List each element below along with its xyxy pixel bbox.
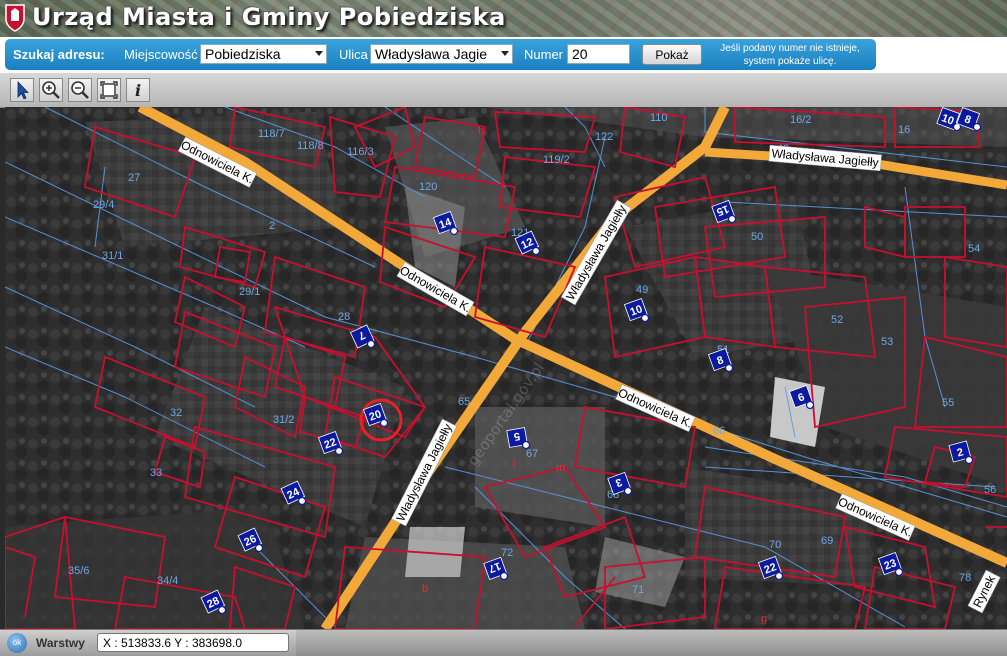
parcel-label: 34/4 — [157, 575, 178, 587]
svg-text:i: i — [135, 81, 141, 100]
address-point — [334, 446, 344, 456]
parcel-label: 71 — [632, 584, 644, 596]
town-select-value: Pobiedziska — [205, 46, 281, 62]
address-point — [623, 486, 633, 496]
parcel-label: 33 — [150, 467, 162, 479]
parcel-label: 31/2 — [273, 414, 294, 426]
search-bar-container: Szukaj adresu: Miejscowość Pobiedziska U… — [0, 37, 1007, 73]
parcel-label: 53 — [881, 336, 893, 348]
street-select-value: Władysława Jagie — [375, 46, 488, 62]
parcel-label: 29/4 — [93, 199, 114, 211]
map-canvas[interactable]: 118/7 118/8 116/3 122 119/2 110 16/2 16 … — [5, 107, 1007, 629]
coat-of-arms-icon — [5, 4, 25, 32]
chevron-down-icon — [501, 51, 509, 56]
zoom-in-icon — [42, 81, 60, 99]
parcel-label: 122 — [595, 131, 613, 143]
street-select[interactable]: Władysława Jagie — [370, 44, 513, 64]
address-point — [724, 363, 734, 373]
zoom-out-icon — [71, 81, 89, 99]
parcel-label: 118/8 — [297, 140, 324, 152]
town-select[interactable]: Pobiedziska — [200, 44, 327, 64]
map-toolbar: i — [0, 73, 1007, 108]
search-hint: Jeśli podany numer nie istnieje, system … — [709, 42, 871, 68]
pointer-icon — [17, 81, 29, 100]
town-label: Miejscowość — [124, 47, 198, 62]
parcel-label: 29/1 — [239, 286, 260, 298]
map-view[interactable]: 118/7 118/8 116/3 122 119/2 110 16/2 16 … — [5, 107, 1007, 629]
show-button[interactable]: Pokaż — [642, 44, 702, 65]
parcel-label: 35/6 — [68, 565, 89, 577]
address-point — [366, 339, 376, 349]
address-point — [894, 567, 904, 577]
street-label: Ulica — [339, 47, 368, 62]
layers-button[interactable]: ok — [7, 633, 27, 653]
parcel-label: 52 — [831, 314, 843, 326]
parcel-label: 27 — [128, 172, 140, 184]
parcel-label: 16/2 — [790, 114, 811, 126]
parcel-label: 50 — [751, 231, 763, 243]
parcel-label: 69 — [821, 535, 833, 547]
address-point — [531, 246, 541, 256]
address-point — [297, 496, 307, 506]
address-point — [521, 440, 531, 450]
address-point — [217, 605, 227, 615]
number-input[interactable]: 20 — [567, 44, 630, 64]
area-letter: b — [422, 583, 428, 595]
full-extent-button[interactable] — [97, 78, 121, 102]
status-pane — [296, 630, 1007, 656]
search-hint-line1: Jeśli podany numer nie istnieje, — [720, 43, 860, 54]
parcel-label: 78 — [959, 572, 971, 584]
parcel-label: 118/7 — [258, 128, 285, 140]
app-header: Urząd Miasta i Gminy Pobiedziska — [0, 0, 1007, 37]
parcel-label: 31/1 — [102, 250, 123, 262]
address-point — [640, 313, 650, 323]
parcel-label: 2 — [269, 220, 275, 232]
parcel-label: 67 — [526, 448, 538, 460]
address-point — [449, 226, 459, 236]
info-button[interactable]: i — [126, 78, 150, 102]
address-point — [499, 571, 509, 581]
status-bar: ok Warstwy X : 513833.6 Y : 383698.0 — [0, 629, 1007, 656]
page-title: Urząd Miasta i Gminy Pobiedziska — [32, 3, 506, 31]
parcel-label: 66 — [713, 425, 725, 437]
coordinates-readout: X : 513833.6 Y : 383698.0 — [97, 633, 289, 652]
parcel-label: 32 — [170, 407, 182, 419]
search-hint-line2: system pokaże ulicę. — [743, 56, 837, 67]
parcel-label: 55 — [942, 397, 954, 409]
parcel-label: 54 — [968, 243, 980, 255]
layers-label[interactable]: Warstwy — [36, 636, 85, 650]
search-title: Szukaj adresu: — [13, 47, 105, 62]
address-point — [774, 571, 784, 581]
address-point — [254, 543, 264, 553]
chevron-down-icon — [315, 51, 323, 56]
pointer-tool-button[interactable] — [10, 78, 34, 102]
area-letter: h — [478, 125, 484, 137]
address-search-bar: Szukaj adresu: Miejscowość Pobiedziska U… — [5, 39, 876, 70]
zoom-in-button[interactable] — [39, 78, 63, 102]
parcel-label: 28 — [338, 311, 350, 323]
address-point — [972, 122, 982, 132]
parcel-label: 16 — [898, 124, 910, 136]
area-letter: g — [761, 613, 767, 625]
parcel-label: 56 — [984, 484, 996, 496]
parcel-label: 65 — [458, 396, 470, 408]
address-point — [964, 455, 974, 465]
number-input-value: 20 — [572, 46, 588, 62]
info-icon: i — [135, 81, 141, 100]
parcel-label: 110 — [650, 112, 668, 124]
number-label: Numer — [524, 47, 564, 62]
parcel-label: 120 — [419, 181, 437, 193]
parcel-label: 70 — [769, 539, 781, 551]
address-point — [727, 214, 737, 224]
parcel-label: 119/2 — [543, 154, 570, 166]
area-letter: m — [556, 462, 565, 474]
area-letter: i — [513, 458, 515, 470]
parcel-label: 116/3 — [347, 146, 374, 158]
address-point — [379, 418, 389, 428]
address-point — [805, 400, 815, 410]
full-extent-icon — [100, 81, 118, 99]
parcel-label: 72 — [501, 547, 513, 559]
zoom-out-button[interactable] — [68, 78, 92, 102]
parcel-label: 49 — [636, 284, 648, 296]
